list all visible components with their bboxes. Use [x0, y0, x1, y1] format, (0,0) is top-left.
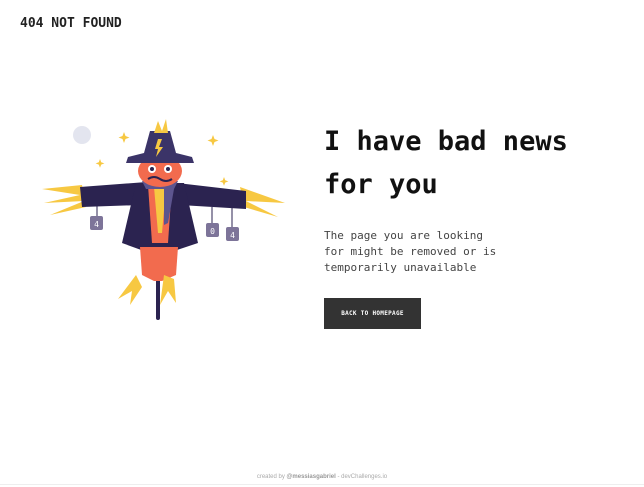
moon-icon [73, 126, 91, 144]
headline-line-1: I have bad news [324, 126, 568, 157]
pole [156, 275, 160, 320]
tag-1-digit: 4 [94, 220, 99, 229]
footer-divider [0, 484, 644, 485]
headline: I have bad news for you [324, 120, 624, 206]
footer-prefix: created by [256, 474, 285, 480]
subtitle-line-3: temporarily unavailable [324, 261, 477, 274]
leg-straw [118, 275, 176, 305]
headline-line-2: for you [324, 169, 438, 200]
tag-3-digit: 4 [230, 231, 235, 240]
hat-straw [154, 119, 168, 133]
tag-2-digit: 0 [210, 227, 215, 236]
brand-title: 404 NOT FOUND [20, 16, 122, 31]
subtitle: The page you are looking for might be re… [324, 228, 514, 276]
back-to-homepage-button[interactable]: BACK TO HOMEPAGE [324, 298, 421, 329]
scarecrow-illustration: 4 0 4 [42, 119, 285, 320]
subtitle-line-2: for might be removed or is [324, 245, 497, 258]
footer-credit: created by @messiasgabriel - devChalleng… [0, 474, 644, 480]
footer-suffix[interactable]: - devChallenges.io [337, 474, 387, 480]
subtitle-line-1: The page you are looking [324, 229, 483, 242]
footer-author-link[interactable]: @messiasgabriel [287, 474, 336, 480]
hero-content: I have bad news for you The page you are… [324, 120, 624, 329]
legs [140, 247, 178, 281]
